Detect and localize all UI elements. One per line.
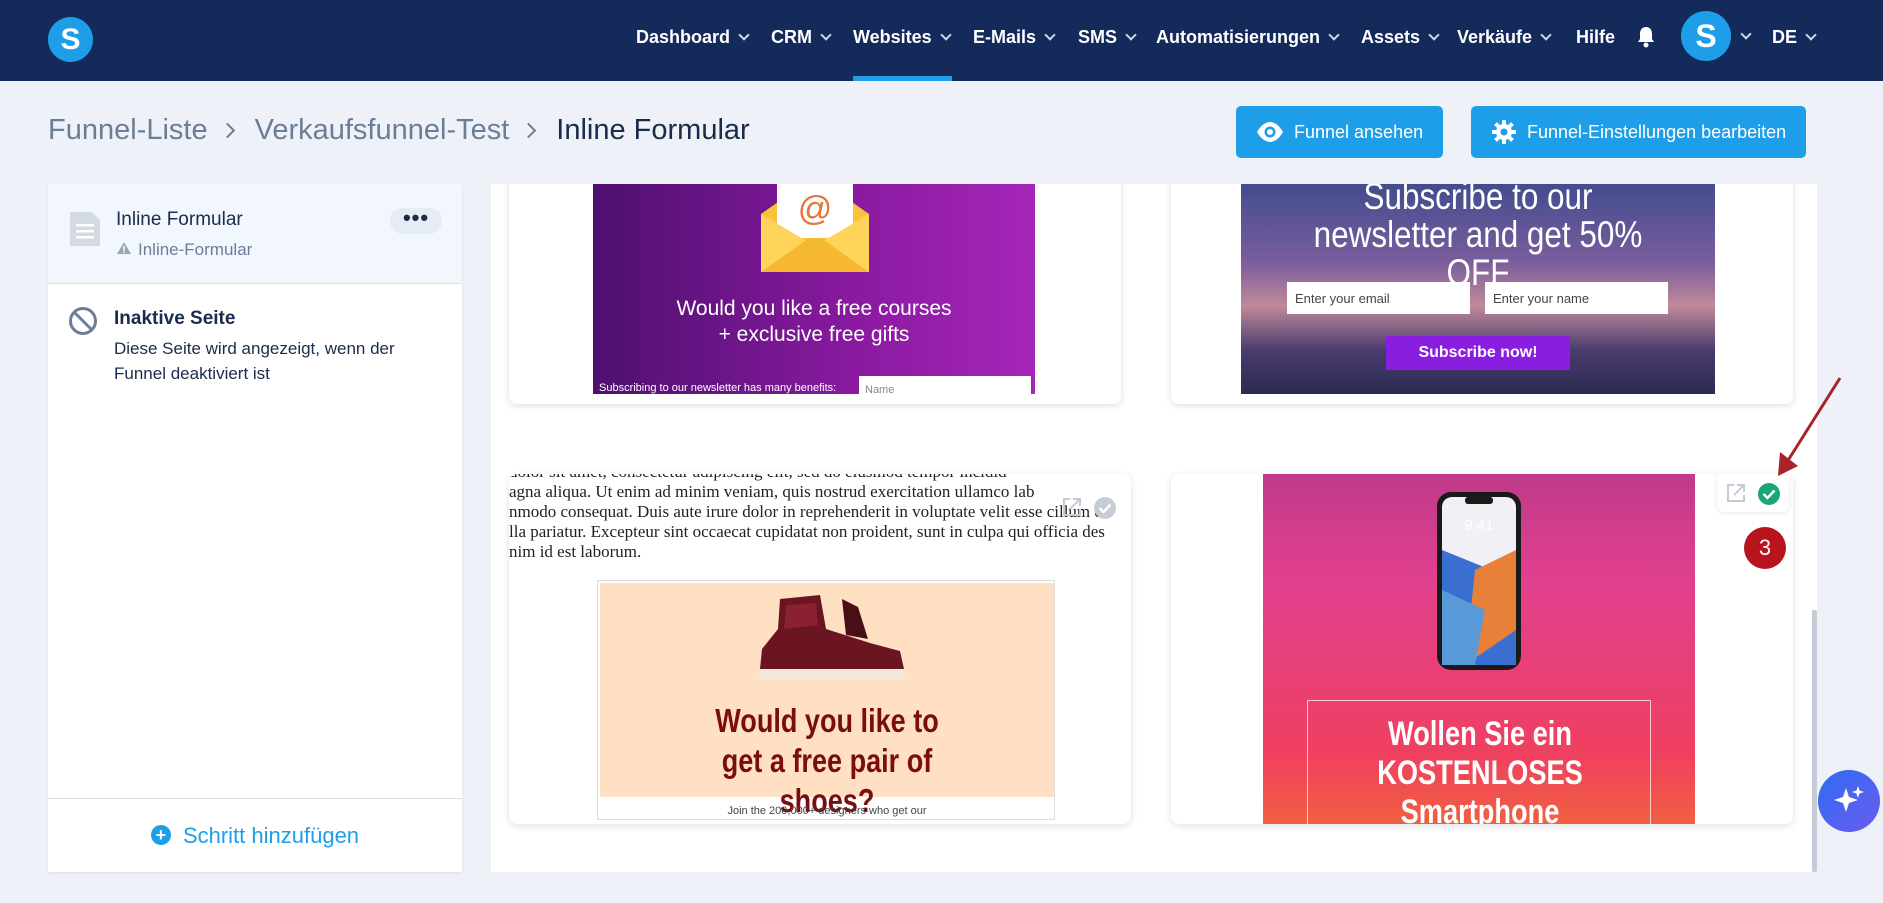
template-preview: Subscribe to our newsletter and get 50% … bbox=[1241, 184, 1715, 394]
step-title: Inline Formular bbox=[116, 209, 243, 230]
smartphone-image: 9:41 bbox=[1437, 492, 1521, 670]
chevron-down-icon bbox=[1328, 29, 1340, 41]
nav-menu: Dashboard CRM Websites E-Mails SMS Autom… bbox=[0, 0, 1883, 81]
template-footer-text: Join the 200,000+ designers who get our bbox=[727, 805, 927, 817]
template-subscribe-button: Subscribe now! bbox=[1386, 336, 1570, 370]
chevron-down-icon[interactable] bbox=[1740, 28, 1752, 40]
nav-item-sales[interactable]: Verkäufe bbox=[1457, 0, 1552, 81]
bell-icon[interactable] bbox=[1636, 26, 1656, 48]
chevron-down-icon bbox=[1805, 29, 1817, 41]
breadcrumb-current: Inline Formular bbox=[556, 114, 750, 146]
chevron-down-icon bbox=[1428, 29, 1440, 41]
add-step-label: Schritt hinzufügen bbox=[182, 823, 360, 848]
blocked-icon bbox=[69, 307, 97, 335]
chevron-down-icon bbox=[1044, 29, 1056, 41]
chevron-down-icon bbox=[1540, 29, 1552, 41]
template-hero: Would you like to get a free pair of sho… bbox=[600, 583, 1054, 819]
view-funnel-button[interactable]: Funnel ansehen bbox=[1236, 106, 1444, 158]
page-icon bbox=[70, 212, 100, 246]
external-link-icon[interactable] bbox=[1725, 482, 1747, 504]
add-step-button[interactable]: + Schritt hinzufügen bbox=[48, 798, 462, 872]
warning-icon bbox=[117, 242, 131, 254]
gear-icon bbox=[1492, 120, 1516, 144]
funnel-steps-sidebar: Inline Formular Inline-Formular ••• Inak… bbox=[48, 184, 462, 872]
step-subtitle-text: Inline-Formular bbox=[138, 240, 253, 259]
template-footer-text: Subscribing to our newsletter has many b… bbox=[599, 382, 837, 394]
nav-item-emails[interactable]: E-Mails bbox=[973, 0, 1056, 81]
template-headline-box: Wollen Sie ein KOSTENLOSES Smartphone ge… bbox=[1307, 700, 1651, 824]
plus-icon: + bbox=[150, 825, 171, 845]
check-circle-icon[interactable] bbox=[1093, 496, 1117, 520]
user-avatar[interactable]: S bbox=[1681, 11, 1731, 61]
card-toolbar bbox=[1717, 474, 1789, 512]
step-menu-button[interactable]: ••• bbox=[390, 207, 442, 234]
chevron-down-icon bbox=[1125, 29, 1137, 41]
template-card[interactable]: @ Would you like a free courses + exclus… bbox=[509, 184, 1121, 404]
breadcrumb-funnel-list[interactable]: Funnel-Liste bbox=[48, 114, 208, 146]
view-funnel-label: Funnel ansehen bbox=[1294, 122, 1424, 142]
template-card[interactable]: dolor sit amet, consectetur adipiscing e… bbox=[509, 474, 1131, 824]
top-navigation: S Dashboard CRM Websites E-Mails SMS Aut… bbox=[0, 0, 1883, 81]
template-preview: Would you like to get a free pair of sho… bbox=[597, 580, 1055, 820]
nav-item-crm[interactable]: CRM bbox=[771, 0, 832, 81]
template-card[interactable]: 9:41 Wollen Sie ein KOSTENLOSES Smartpho… bbox=[1171, 474, 1793, 824]
chevron-down-icon bbox=[940, 29, 952, 41]
inactive-page-description: Diese Seite wird angezeigt, wenn der Fun… bbox=[114, 339, 395, 383]
step-number-badge: 3 bbox=[1744, 527, 1786, 569]
template-headline: Subscribe to our newsletter and get 50% … bbox=[1313, 184, 1643, 293]
sparkle-icon bbox=[1834, 786, 1864, 812]
check-circle-icon[interactable] bbox=[1757, 482, 1781, 506]
scrollbar[interactable] bbox=[1812, 610, 1817, 872]
template-preview: 9:41 Wollen Sie ein KOSTENLOSES Smartpho… bbox=[1263, 474, 1695, 824]
template-name-field: Enter your name bbox=[1485, 282, 1668, 314]
nav-item-sms[interactable]: SMS bbox=[1078, 0, 1137, 81]
template-headline: Wollen Sie ein KOSTENLOSES Smartphone ge… bbox=[1377, 715, 1583, 824]
phone-clock: 9:41 bbox=[1464, 517, 1493, 534]
template-headline: Would you like a free courses + exclusiv… bbox=[676, 297, 952, 346]
chevron-down-icon bbox=[820, 29, 832, 41]
step-subtitle: Inline-Formular bbox=[116, 240, 252, 260]
card-toolbar bbox=[1053, 488, 1125, 526]
sneaker-image bbox=[758, 595, 906, 679]
chevron-down-icon bbox=[738, 29, 750, 41]
nav-item-assets[interactable]: Assets bbox=[1361, 0, 1440, 81]
edit-funnel-settings-button[interactable]: Funnel-Einstellungen bearbeiten bbox=[1471, 106, 1807, 158]
template-headline: Would you like to get a free pair of sho… bbox=[715, 702, 939, 819]
external-link-icon[interactable] bbox=[1061, 496, 1083, 518]
svg-text:@: @ bbox=[798, 190, 833, 228]
template-lorem-text: dolor sit amet, consectetur adipiscing e… bbox=[509, 474, 1105, 561]
nav-item-help[interactable]: Hilfe bbox=[1576, 0, 1615, 81]
template-name-field: Name bbox=[859, 376, 1031, 400]
nav-item-automations[interactable]: Automatisierungen bbox=[1156, 0, 1340, 81]
step-item-inline-form[interactable]: Inline Formular Inline-Formular ••• bbox=[48, 184, 462, 284]
chevron-right-icon bbox=[521, 122, 537, 139]
nav-item-dashboard[interactable]: Dashboard bbox=[636, 0, 750, 81]
template-gallery: @ Would you like a free courses + exclus… bbox=[491, 184, 1817, 872]
inactive-page-title[interactable]: Inaktive Seite bbox=[114, 308, 235, 330]
language-selector[interactable]: DE bbox=[1772, 0, 1817, 81]
breadcrumb-funnel[interactable]: Verkaufsfunnel-Test bbox=[255, 114, 510, 146]
nav-item-websites[interactable]: Websites bbox=[853, 0, 952, 81]
breadcrumb: Funnel-Liste Verkaufsfunnel-Test Inline Fo… bbox=[48, 114, 750, 147]
eye-icon bbox=[1257, 122, 1283, 142]
chevron-right-icon bbox=[219, 122, 235, 139]
template-card[interactable]: Subscribe to our newsletter and get 50% … bbox=[1171, 184, 1793, 404]
envelope-icon: @ bbox=[761, 184, 869, 272]
annotation-arrow bbox=[1778, 377, 1842, 476]
ai-assistant-button[interactable] bbox=[1818, 770, 1880, 832]
template-email-field: Enter your email bbox=[1287, 282, 1470, 314]
template-preview: @ Would you like a free courses + exclus… bbox=[593, 184, 1035, 400]
edit-funnel-settings-label: Funnel-Einstellungen bearbeiten bbox=[1527, 122, 1787, 142]
